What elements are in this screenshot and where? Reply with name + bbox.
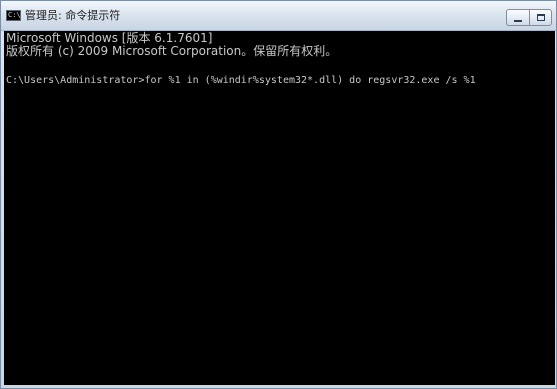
window-title: 管理员: 命令提示符	[25, 9, 121, 22]
maximize-icon	[537, 14, 545, 21]
console-line-command: C:\Users\Administrator>for %1 in (%windi…	[6, 75, 476, 86]
minimize-icon	[514, 20, 522, 22]
console-line-copyright: 版权所有 (c) 2009 Microsoft Corporation。保留所有…	[6, 44, 338, 58]
maximize-button[interactable]	[529, 9, 552, 26]
window-controls	[506, 9, 553, 26]
minimize-button[interactable]	[506, 9, 529, 26]
window-bottom-frame	[1, 385, 556, 388]
console-output[interactable]: Microsoft Windows [版本 6.1.7601] 版权所有 (c)…	[4, 31, 555, 385]
command-prompt-icon-text: C:\	[8, 11, 21, 19]
command-prompt-icon[interactable]: C:\	[6, 10, 21, 21]
title-bar[interactable]: C:\ 管理员: 命令提示符	[1, 1, 556, 31]
cmd-window: C:\ 管理员: 命令提示符 Microsoft Windows [版本 6.1…	[0, 0, 557, 389]
